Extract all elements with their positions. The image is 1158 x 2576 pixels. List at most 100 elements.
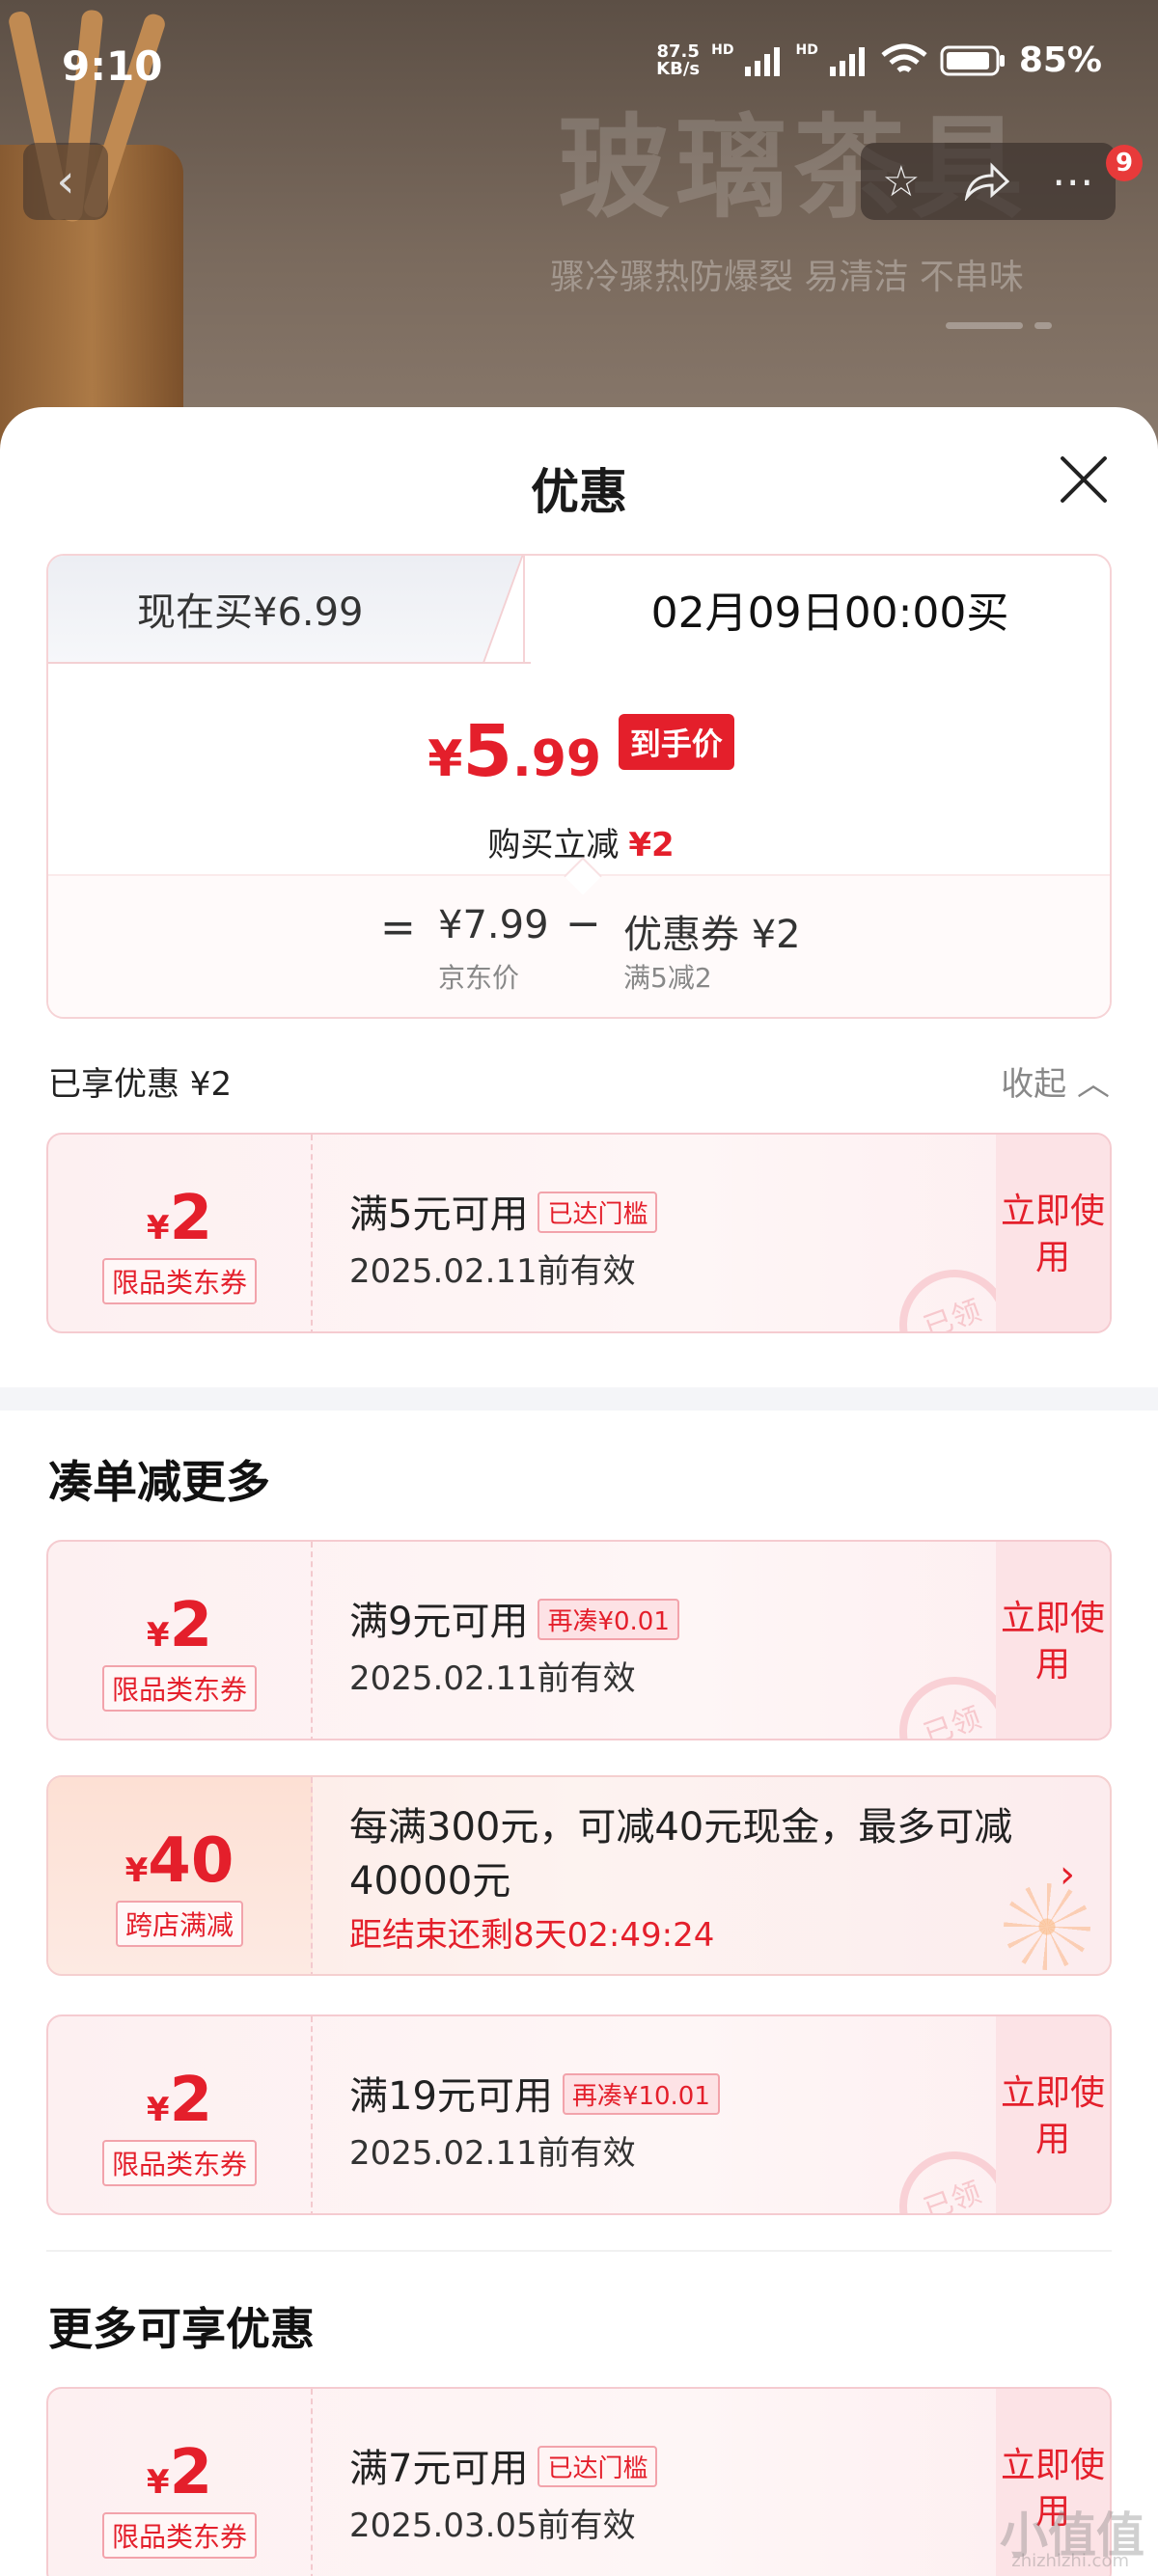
coupon-validity: 2025.02.11前有效	[349, 1659, 636, 1698]
coupon-status-tag: 已达门槛	[538, 2446, 658, 2487]
instant-discount-value: ¥2	[628, 826, 675, 864]
price-integer: 5	[462, 710, 512, 793]
price-decimal: .99	[511, 730, 602, 788]
section-title-extra: 更多可享优惠	[48, 2303, 315, 2355]
star-icon[interactable]: ☆	[882, 157, 920, 206]
hd-label: HD	[795, 41, 818, 58]
minus-sign: −	[565, 899, 601, 948]
status-time: 9:10	[62, 42, 163, 90]
top-actions: ☆ ⋯	[861, 143, 1116, 220]
coupon-card: ¥2 限品类东券 满5元可用 已达门槛 2025.02.11前有效 已领 立即使用	[46, 1133, 1112, 1333]
tab-buy-later-label: 02月09日00:00买	[650, 589, 1009, 638]
share-icon[interactable]	[963, 162, 1009, 201]
wifi-icon	[881, 43, 927, 72]
coupon-status-tag: 再凑¥10.01	[562, 2073, 720, 2115]
coupon-condition-text: 满9元可用	[349, 1600, 529, 1644]
jd-price-label: 京东价	[438, 962, 520, 994]
coupon-value: ¥2 限品类东券	[48, 1135, 313, 1331]
coupon-kind: 限品类东券	[101, 2512, 257, 2559]
status-bar: 9:10 87.5 KB/s HD HD 85%	[0, 0, 1158, 135]
use-now-button[interactable]: 立即使用	[996, 1135, 1110, 1331]
coupon-condition: 满9元可用 再凑¥0.01	[349, 1590, 679, 1646]
collapse-label: 收起	[1001, 1065, 1067, 1104]
price-breakdown: = ¥7.99 京东价 − 优惠券 ¥2 满5减2	[48, 874, 1110, 1017]
promo-currency: ¥	[124, 1851, 149, 1890]
coupon-amount: 2	[169, 2437, 213, 2508]
coupon-validity: 2025.03.05前有效	[349, 2507, 636, 2545]
banner-indicator	[946, 322, 1023, 329]
coupon-validity: 2025.02.11前有效	[349, 2134, 636, 2173]
coupon-status-tag: 已达门槛	[538, 1192, 658, 1233]
promo-card[interactable]: ¥40 跨店满减 每满300元，可减40元现金，最多可减40000元 距结束还剩…	[46, 1775, 1112, 1976]
coupon-currency: ¥	[146, 2463, 170, 2502]
back-icon: ‹	[56, 154, 75, 208]
coupon-condition-text: 满7元可用	[349, 2447, 529, 2491]
jd-price: ¥7.99	[438, 903, 549, 947]
coupon-card: ¥2 限品类东券 满7元可用 已达门槛 2025.03.05前有效 立即使用	[46, 2387, 1112, 2576]
net-speed: 87.5 KB/s	[656, 41, 701, 79]
use-now-button[interactable]: 立即使用	[996, 2016, 1110, 2213]
price-card: 现在买¥6.99 02月09日00:00买 ¥5.99 到手价 购买立减 ¥2 =…	[46, 554, 1112, 1019]
chevron-up-icon: ︿	[1077, 1065, 1110, 1104]
net-speed-unit: KB/s	[656, 58, 701, 79]
signal-icon	[829, 46, 865, 76]
coupon-value: ¥2 限品类东券	[48, 1542, 313, 1739]
coupon-condition: 满5元可用 已达门槛	[349, 1183, 658, 1239]
back-button[interactable]: ‹	[23, 143, 108, 220]
coupon-rule: 满5减2	[623, 962, 712, 994]
sheet-title: 优惠	[531, 464, 627, 520]
battery-icon	[940, 45, 1005, 75]
coupon-condition: 满19元可用 再凑¥10.01	[349, 2065, 720, 2121]
cart-badge: 9	[1106, 145, 1143, 181]
more-icon[interactable]: ⋯	[1052, 157, 1094, 206]
coupon-condition-text: 满19元可用	[349, 2074, 553, 2119]
coupon-value: ¥2 限品类东券	[48, 2389, 313, 2576]
section-divider	[0, 1387, 1158, 1411]
tab-buy-now[interactable]: 现在买¥6.99	[48, 556, 550, 662]
enjoyed-discount: 已享优惠 ¥2	[48, 1065, 233, 1104]
watermark-url: zhizhizhi.com	[1011, 2551, 1129, 2571]
net-speed-value: 87.5	[656, 41, 700, 62]
coupon-status-tag: 再凑¥0.01	[538, 1599, 679, 1640]
coupon-condition-text: 满5元可用	[349, 1192, 529, 1237]
coupon-currency: ¥	[146, 2091, 170, 2129]
firework-icon	[1004, 1883, 1090, 1970]
final-price: ¥5.99 到手价	[48, 710, 1110, 793]
signal-icon	[745, 46, 781, 76]
coupon-kind: 限品类东券	[101, 1665, 257, 1712]
tab-buy-later[interactable]: 02月09日00:00买	[523, 556, 1110, 662]
promo-countdown: 距结束还剩8天02:49:24	[349, 1916, 715, 1955]
coupon-kind: 限品类东券	[101, 1258, 257, 1304]
instant-discount-label: 购买立减	[487, 826, 620, 864]
equals-sign: =	[380, 903, 416, 952]
tab-underline	[48, 662, 531, 664]
promo-amount: 40	[148, 1825, 234, 1897]
final-price-tag: 到手价	[618, 714, 734, 770]
close-icon[interactable]	[1058, 453, 1110, 506]
section-title-more: 凑单减更多	[48, 1456, 270, 1508]
hd-label: HD	[711, 41, 734, 58]
coupon-card: ¥2 限品类东券 满9元可用 再凑¥0.01 2025.02.11前有效 已领 立…	[46, 1540, 1112, 1740]
banner-subtitle: 骤冷骤热防爆裂 易清洁 不串味	[550, 258, 1024, 297]
promo-value: ¥40 跨店满减	[48, 1777, 313, 1974]
coupon-condition: 满7元可用 已达门槛	[349, 2437, 658, 2493]
coupon-currency: ¥	[146, 1209, 170, 1247]
price-currency: ¥	[427, 730, 463, 788]
coupon-value: ¥2 限品类东券	[48, 2016, 313, 2213]
section-divider	[46, 2250, 1112, 2252]
status-icons: 87.5 KB/s HD HD 85%	[656, 41, 1102, 80]
use-now-button[interactable]: 立即使用	[996, 1542, 1110, 1739]
coupon-validity: 2025.02.11前有效	[349, 1252, 636, 1291]
coupon-kind: 限品类东券	[101, 2140, 257, 2186]
banner-indicator	[1034, 322, 1052, 329]
coupon-card: ¥2 限品类东券 满19元可用 再凑¥10.01 2025.02.11前有效 已领…	[46, 2014, 1112, 2215]
coupon-amount: 2	[169, 1590, 213, 1661]
collapse-toggle[interactable]: 收起 ︿	[1001, 1057, 1110, 1105]
coupon-currency: ¥	[146, 1616, 170, 1655]
coupon-amount: 2	[169, 1183, 213, 1254]
battery-level: 85%	[1018, 41, 1102, 80]
promo-kind: 跨店满减	[115, 1901, 243, 1947]
coupon-amount: 2	[169, 2065, 213, 2136]
promo-description: 每满300元，可减40元现金，最多可减40000元	[349, 1805, 1013, 1904]
chevron-right-icon: ›	[1060, 1852, 1075, 1897]
